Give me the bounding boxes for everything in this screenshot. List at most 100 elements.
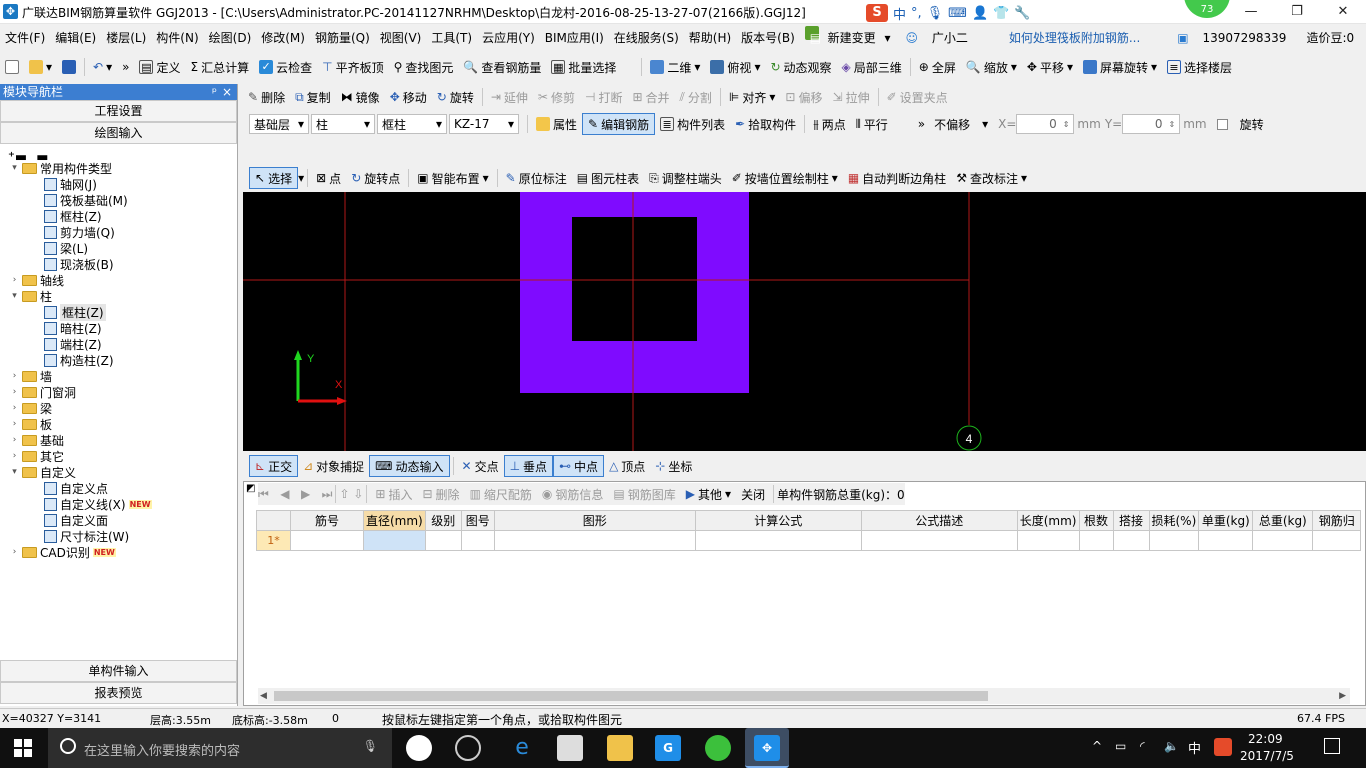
select-floor-button[interactable]: ≡ 选择楼层: [1162, 56, 1237, 78]
cell-count[interactable]: [1078, 530, 1114, 551]
vertex-snap[interactable]: △ 顶点: [604, 455, 650, 477]
delete-button[interactable]: ✎ 删除: [243, 86, 290, 108]
menu-help[interactable]: 帮助(H): [684, 26, 736, 50]
minimize-button[interactable]: —: [1228, 0, 1274, 24]
volume-icon[interactable]: 🔈: [1164, 739, 1179, 753]
pan-select[interactable]: ✥ 平移 ▾: [1022, 56, 1078, 78]
green-app-icon[interactable]: [705, 735, 731, 761]
tree-node[interactable]: ▾ 常用构件类型: [10, 160, 112, 176]
project-settings-tab[interactable]: 工程设置: [0, 100, 237, 122]
tree-node[interactable]: › 梁: [10, 400, 52, 416]
col-unit-weight[interactable]: 单重(kg): [1198, 510, 1254, 531]
expand-icon[interactable]: ›: [10, 547, 19, 557]
tree-node[interactable]: 尺寸标注(W): [44, 528, 129, 544]
tree-node[interactable]: 端柱(Z): [44, 336, 102, 352]
cell-grade[interactable]: [424, 530, 462, 551]
collapse-icon[interactable]: ▾: [10, 163, 19, 173]
notification-icon[interactable]: [1324, 738, 1340, 754]
tree-node[interactable]: 梁(L): [44, 240, 88, 256]
help-link[interactable]: 如何处理筏板附加钢筋...: [1004, 26, 1145, 50]
batch-select-button[interactable]: ▦ 批量选择: [546, 56, 621, 78]
account-button[interactable]: ▣ 13907298339: [1167, 26, 1296, 50]
set-grip-button[interactable]: ✐ 设置夹点: [882, 86, 953, 108]
tree-node[interactable]: 暗柱(Z): [44, 320, 102, 336]
collapse-icon[interactable]: ▾: [10, 291, 19, 301]
move-button[interactable]: ✥ 移动: [385, 86, 432, 108]
cell-loss[interactable]: [1148, 530, 1200, 551]
other-select[interactable]: ▶ 其他 ▾: [681, 483, 736, 505]
ime-toolbar[interactable]: S 中 °, 🎙 ⌨ 👤 👕 🔧: [866, 3, 1054, 23]
cell-formula-desc[interactable]: [860, 530, 1018, 551]
expand-icon[interactable]: ›: [10, 275, 19, 285]
guangxiaoer-button[interactable]: ☺ 广小二: [895, 26, 977, 50]
properties-button[interactable]: 属性: [531, 113, 582, 135]
menu-online[interactable]: 在线服务(S): [609, 26, 684, 50]
cell-diameter[interactable]: [363, 530, 426, 551]
last-record-icon[interactable]: ⏭: [322, 487, 333, 502]
drawing-canvas[interactable]: 4 Y X: [243, 192, 1366, 451]
pin-icon[interactable]: ᵖ: [212, 84, 217, 100]
inplace-annotation-button[interactable]: ✎ 原位标注: [501, 167, 572, 189]
save-button[interactable]: [57, 56, 81, 78]
select-button[interactable]: ↖ 选择: [249, 167, 299, 189]
col-diameter[interactable]: 直径(mm): [363, 510, 426, 531]
col-formula[interactable]: 计算公式: [694, 510, 862, 531]
single-component-input-tab[interactable]: 单构件输入: [0, 660, 237, 682]
cell-lap[interactable]: [1112, 530, 1150, 551]
tree-node[interactable]: › 其它: [10, 448, 64, 464]
type-select[interactable]: 柱 ▾: [311, 114, 375, 134]
define-button[interactable]: ▤ 定义: [134, 56, 185, 78]
ime-indicator[interactable]: 中: [1188, 738, 1201, 757]
drawing-input-tab[interactable]: 绘图输入: [0, 122, 237, 144]
two-point-button[interactable]: ⫵ 两点: [808, 113, 851, 135]
edge-icon[interactable]: e: [509, 735, 535, 761]
scroll-thumb[interactable]: [274, 691, 988, 701]
mirror-button[interactable]: ⧓ 镜像: [336, 86, 385, 108]
first-record-icon[interactable]: ⏮: [258, 487, 269, 502]
move-up-icon[interactable]: ⇧: [339, 487, 349, 501]
top-view-select[interactable]: 俯视 ▾: [705, 56, 765, 78]
tree-node[interactable]: 筏板基础(M): [44, 192, 128, 208]
tree-node[interactable]: 自定义面: [44, 512, 108, 528]
maximize-button[interactable]: ❐: [1274, 0, 1320, 24]
copy-button[interactable]: ⧉ 复制: [290, 86, 336, 108]
clock-date[interactable]: 2017/7/5: [1240, 749, 1294, 763]
rebar-library-button[interactable]: ▤ 钢筋图库: [608, 483, 680, 505]
split-button[interactable]: ⫽ 分割: [675, 86, 717, 108]
tree-node[interactable]: 构造柱(Z): [44, 352, 114, 368]
close-icon[interactable]: ×: [222, 84, 232, 100]
tree-node[interactable]: › 板: [10, 416, 52, 432]
x-input[interactable]: 0 ⇕: [1016, 114, 1075, 134]
more-button-2[interactable]: »: [913, 113, 930, 135]
orbit-button[interactable]: ↻ 动态观察: [765, 56, 836, 78]
wifi-icon[interactable]: ◜: [1140, 739, 1145, 753]
score-badge[interactable]: 73: [1184, 0, 1230, 18]
new-change-button[interactable]: ▤ 新建变更 ▾: [800, 26, 896, 50]
rebar-info-button[interactable]: ◉ 钢筋信息: [537, 483, 609, 505]
report-preview-tab[interactable]: 报表预览: [0, 682, 237, 704]
scroll-left-icon[interactable]: ◀: [260, 691, 267, 701]
scroll-right-icon[interactable]: ▶: [1339, 691, 1346, 701]
pick-component-button[interactable]: ✒ 拾取构件: [730, 113, 801, 135]
check-annotation-select[interactable]: ⚒ 查改标注 ▾: [951, 167, 1032, 189]
column-table-button[interactable]: ▤ 图元柱表: [572, 167, 644, 189]
menu-view[interactable]: 视图(V): [375, 26, 427, 50]
col-bar-no[interactable]: 筋号: [290, 510, 364, 531]
grid-delete-button[interactable]: ⊟ 删除: [417, 483, 464, 505]
tree-node[interactable]: ▾ 自定义: [10, 464, 76, 480]
search-box[interactable]: 在这里输入你要搜索的内容 🎙: [48, 728, 392, 768]
drawing-svg[interactable]: 4 Y X: [243, 192, 1366, 451]
expand-icon[interactable]: ›: [10, 419, 19, 429]
ortho-toggle[interactable]: ⊾ 正交: [249, 455, 299, 477]
pinwheel-app-icon[interactable]: [406, 735, 432, 761]
menu-modify[interactable]: 修改(M): [256, 26, 310, 50]
undo-button[interactable]: ↶ ▾: [88, 56, 117, 78]
more-button[interactable]: »: [117, 56, 134, 78]
zoom-select[interactable]: 🔍 缩放 ▾: [961, 56, 1022, 78]
cell-rebar-category[interactable]: [1312, 530, 1362, 551]
panel-corner-icon[interactable]: ◩: [246, 483, 255, 494]
menu-tools[interactable]: 工具(T): [426, 26, 477, 50]
col-count[interactable]: 根数: [1078, 510, 1114, 531]
keyboard-icon[interactable]: ⌨: [948, 6, 967, 21]
break-button[interactable]: ⊣ 打断: [580, 86, 627, 108]
